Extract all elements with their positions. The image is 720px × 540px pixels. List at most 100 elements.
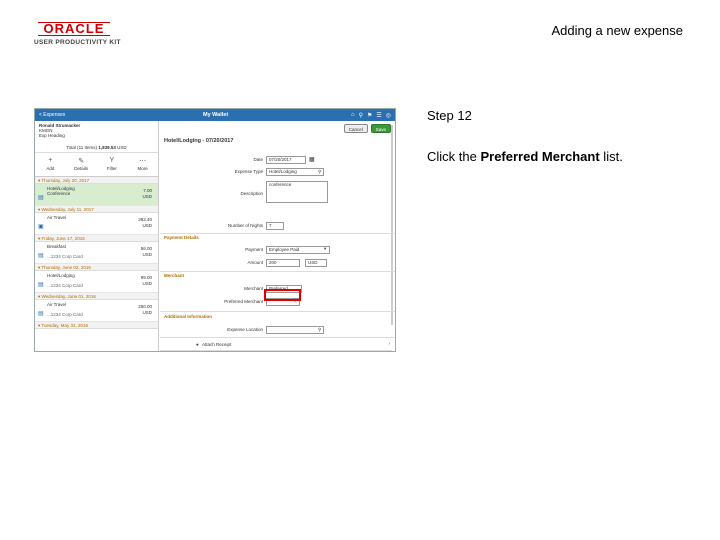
merchant-label: Merchant — [244, 286, 263, 291]
location-label: Expense Location — [227, 327, 263, 332]
instruction-post: list. — [599, 149, 623, 164]
expense-detail-pane: Cancel Save Hotel/Lodging - 07/20/2017 D… — [160, 121, 395, 351]
highlight-box — [264, 289, 301, 301]
divider — [160, 337, 395, 338]
filter-icon: Y — [109, 157, 115, 164]
amount-field[interactable]: 200 — [266, 259, 300, 267]
plus-icon: + — [48, 157, 53, 164]
user-info: Ronald Strumacker KMGN Exp Heading — [35, 121, 158, 143]
amount-currency: USD — [142, 310, 152, 315]
plus-square-icon: ▣ — [38, 224, 44, 230]
description-row: Description conference — [160, 181, 395, 207]
date-group-header[interactable]: ▾ Wednesday, June 01, 2016 — [35, 293, 158, 300]
amount-currency: USD — [142, 281, 152, 286]
payment-section-header: Payment Details — [164, 235, 199, 240]
navbar-icon[interactable]: ◎ — [386, 112, 391, 119]
flag-icon[interactable]: ⚑ — [367, 112, 372, 119]
date-group-header[interactable]: ▾ Wednesday, July 11, 2017 — [35, 206, 158, 213]
list-item[interactable]: Air Travel ▣ 392.40 USD — [35, 213, 158, 235]
payment-select[interactable]: Employee Paid — [266, 246, 330, 254]
divider — [160, 271, 395, 272]
details-label: Details — [74, 166, 88, 171]
logo-upk-text: USER PRODUCTIVITY KIT — [34, 39, 121, 46]
app-header: < Expenses My Wallet ⌂ ⚲ ⚑ ☰ ◎ — [35, 109, 395, 121]
save-button[interactable]: Save — [370, 124, 391, 133]
search-icon[interactable]: ⚲ — [359, 112, 363, 119]
card-icon: ▤ — [38, 282, 44, 288]
list-item[interactable]: Air Travel ...1234 Corp Card ▤ 250.00 USD — [35, 300, 158, 322]
logo-oracle-text: ORACLE — [38, 22, 110, 36]
item-sub: ...1234 Corp Card — [47, 283, 83, 288]
list-item[interactable]: Hotel/Lodging ...1234 Corp Card ▤ 99.00 U… — [35, 271, 158, 293]
back-link[interactable]: < Expenses — [39, 112, 65, 118]
currency-field[interactable]: USD — [305, 259, 327, 267]
detail-title: Hotel/Lodging - 07/20/2017 — [164, 138, 234, 144]
amount-label: Amount — [247, 260, 263, 265]
date-group-header[interactable]: ▾ Friday, June 17, 2016 — [35, 235, 158, 242]
home-icon[interactable]: ⌂ — [351, 112, 355, 119]
payment-label: Payment — [245, 247, 263, 252]
more-icon: ⋯ — [139, 158, 147, 165]
description-label: Description — [240, 191, 263, 196]
item-sub: ...1234 Corp Card — [47, 254, 83, 259]
slide-title: Adding a new expense — [551, 23, 683, 38]
card-icon: ▤ — [38, 253, 44, 259]
date-group-header[interactable]: ▾ Tuesday, May 31, 2016 — [35, 322, 158, 329]
filter-button[interactable]: Y Filter — [100, 157, 124, 176]
pencil-icon: ✎ — [78, 158, 85, 165]
card-icon: ▤ — [38, 311, 44, 317]
amount-currency: USD — [142, 223, 152, 228]
date-group-header[interactable]: ▾ Thursday, June 02, 2016 — [35, 264, 158, 271]
list-item[interactable]: Hotel/Lodging Conference ▤ 7.00 USD — [35, 184, 158, 206]
amount-currency: USD — [142, 194, 152, 199]
location-field[interactable] — [266, 326, 324, 334]
calendar-icon[interactable]: ▦ — [309, 156, 315, 163]
details-button[interactable]: ✎ Details — [69, 157, 93, 176]
divider — [160, 233, 395, 234]
date-label: Date — [253, 157, 263, 162]
oracle-upk-logo: ORACLE USER PRODUCTIVITY KIT — [34, 22, 124, 46]
search-icon[interactable]: ⚲ — [318, 169, 321, 175]
add-label: Add — [46, 166, 55, 171]
user-sub: Exp Heading — [39, 133, 65, 138]
additional-info-section-header: Additional Information — [164, 314, 212, 319]
cancel-button[interactable]: Cancel — [343, 124, 368, 133]
attach-receipt-row[interactable]: ● Attach Receipt › — [160, 339, 392, 351]
amount-currency: USD — [142, 252, 152, 257]
add-button[interactable]: + Add — [38, 157, 62, 176]
preferred-merchant-label: Preferred Merchant — [224, 299, 263, 304]
item-amount: 99.00 USD — [141, 275, 152, 287]
expense-type-field[interactable]: Hotel/Lodging — [266, 168, 324, 176]
nights-field[interactable]: 7 — [266, 222, 284, 230]
item-amount: 250.00 USD — [138, 304, 152, 316]
wallet-list-pane: Ronald Strumacker KMGN Exp Heading Total… — [35, 121, 159, 351]
attach-receipt-label: Attach Receipt — [202, 342, 232, 347]
step-number: Step 12 — [427, 108, 472, 123]
payment-row: Payment Employee Paid ▾ — [160, 246, 395, 255]
date-group-header[interactable]: ▾ Thursday, July 20, 2017 — [35, 177, 158, 184]
location-row: Expense Location ⚲ — [160, 326, 395, 335]
divider — [160, 311, 395, 312]
more-button[interactable]: ⋯ More — [131, 157, 155, 176]
detail-buttons: Cancel Save — [343, 124, 391, 133]
nights-label: Number of Nights — [227, 223, 263, 228]
app-title: My Wallet — [203, 112, 229, 118]
expense-type-row: Expense Type Hotel/Lodging ⚲ — [160, 168, 395, 177]
description-field[interactable]: conference — [266, 181, 328, 203]
list-item[interactable]: Breakfast ...1234 Corp Card ▤ 56.00 USD — [35, 242, 158, 264]
total-label: Total (11 Items) — [66, 145, 98, 150]
chevron-right-icon: › — [388, 341, 391, 346]
item-sub: Conference — [47, 191, 71, 196]
instruction-target: Preferred Merchant — [480, 149, 600, 164]
total-value: 1,839.53 — [98, 145, 116, 150]
search-icon[interactable]: ⚲ — [318, 327, 321, 333]
total-currency: USD — [117, 145, 127, 150]
more-label: More — [137, 166, 148, 171]
item-amount: 7.00 USD — [142, 188, 152, 200]
menu-icon[interactable]: ☰ — [376, 112, 381, 119]
merchant-section-header: Merchant — [164, 273, 185, 278]
item-title: Breakfast — [47, 244, 67, 249]
instruction-pre: Click the — [427, 149, 481, 164]
date-field[interactable]: 07/20/2017 — [266, 156, 306, 164]
receipt-icon: ▤ — [38, 195, 44, 201]
